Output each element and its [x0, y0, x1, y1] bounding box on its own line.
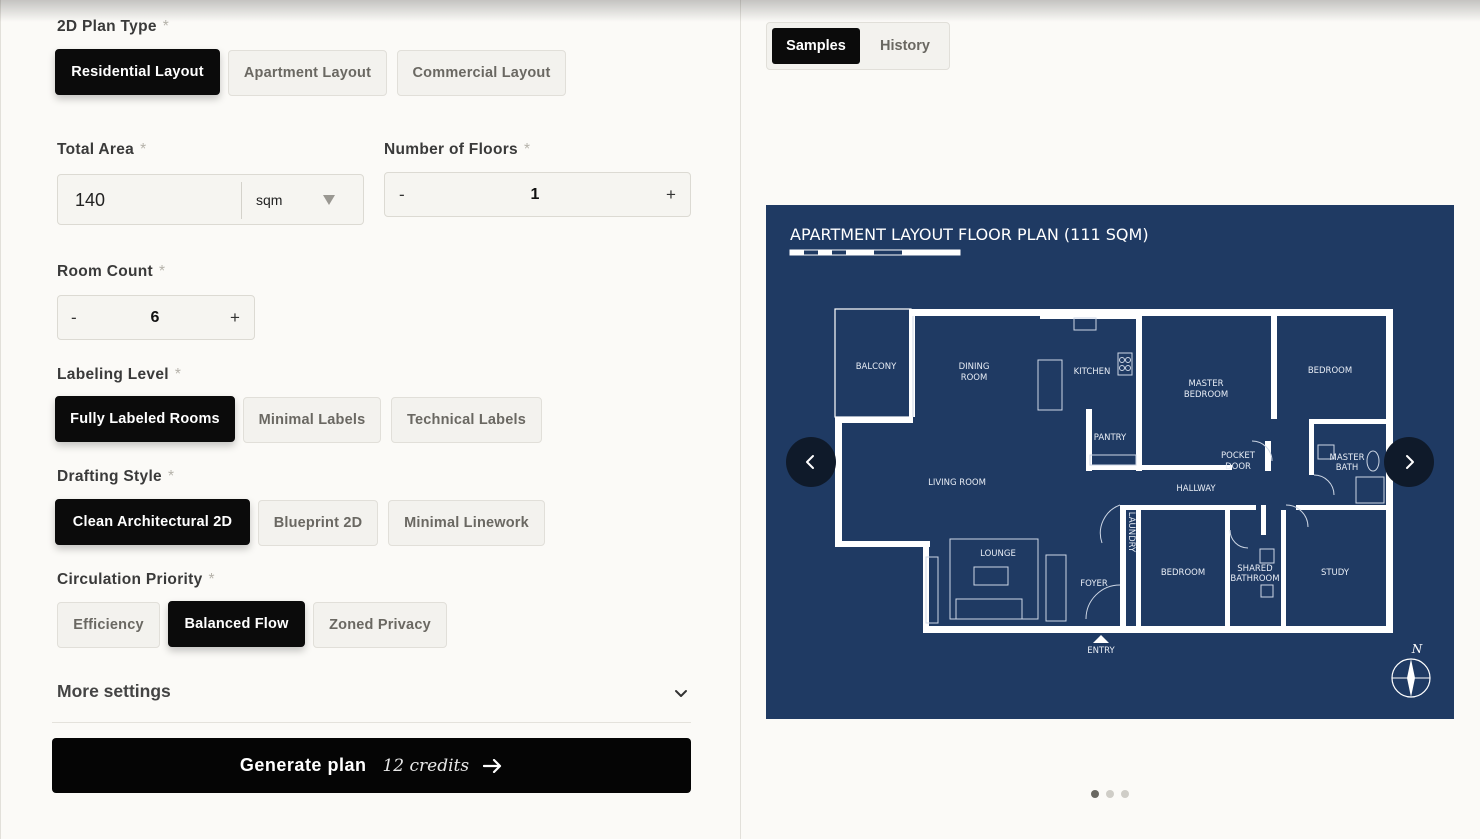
rooms-increment-button[interactable]: + [230, 308, 240, 328]
option-zoned-privacy[interactable]: Zoned Privacy [313, 602, 447, 648]
required-marker: * [167, 468, 175, 485]
compass-icon: N [1391, 642, 1431, 698]
plan-type-label-text: 2D Plan Type [57, 18, 157, 35]
room-label-study: STUDY [1321, 568, 1350, 578]
floors-decrement-button[interactable]: - [399, 185, 405, 205]
tab-samples[interactable]: Samples [772, 28, 860, 64]
plan-type-label: 2D Plan Type * [57, 18, 169, 36]
divider [52, 722, 691, 723]
required-marker: * [158, 263, 166, 280]
total-area-field: 140 sqm [57, 174, 364, 225]
room-label-master-bath-2: BATH [1336, 463, 1359, 473]
floors-value[interactable]: 1 [515, 186, 555, 204]
circulation-priority-label-text: Circulation Priority [57, 571, 203, 588]
room-count-stepper: - 6 + [57, 295, 255, 340]
carousel-dot-1[interactable] [1091, 790, 1099, 798]
circulation-priority-label: Circulation Priority * [57, 571, 215, 589]
option-efficiency[interactable]: Efficiency [57, 602, 160, 648]
floor-plan-drawing: APARTMENT LAYOUT FLOOR PLAN (111 SQM) BA… [789, 225, 1431, 698]
option-minimal-labels[interactable]: Minimal Labels [243, 397, 381, 443]
floors-increment-button[interactable]: + [666, 185, 676, 205]
room-label-shared: SHARED [1237, 564, 1273, 574]
arrow-right-icon [483, 758, 502, 773]
required-marker: * [140, 141, 147, 158]
floors-label-text: Number of Floors [384, 141, 518, 158]
chevron-left-icon [806, 455, 814, 469]
rooms-value[interactable]: 6 [135, 309, 175, 327]
option-blueprint-2d[interactable]: Blueprint 2D [258, 500, 378, 546]
room-label-master: MASTER [1188, 379, 1223, 389]
carousel-dot-2[interactable] [1106, 790, 1114, 798]
labeling-level-label-text: Labeling Level [57, 366, 169, 383]
total-area-label: Total Area * [57, 141, 146, 159]
caret-down-icon[interactable] [323, 195, 335, 205]
credits-cost: 12 credits [382, 755, 470, 776]
room-label-laundry: LAUNDRY [1126, 512, 1136, 553]
floors-stepper: - 1 + [384, 172, 691, 217]
total-area-input[interactable]: 140 [75, 190, 105, 211]
room-label-kitchen: KITCHEN [1074, 367, 1111, 377]
room-label-shared-2: BATHROOM [1230, 574, 1279, 584]
total-area-label-text: Total Area [57, 141, 135, 158]
room-label-entry: ENTRY [1087, 646, 1115, 656]
room-count-label-text: Room Count [57, 263, 153, 280]
room-count-label: Room Count * [57, 263, 165, 281]
room-label-master-2: BEDROOM [1184, 390, 1228, 400]
option-commercial-layout[interactable]: Commercial Layout [397, 50, 566, 96]
option-apartment-layout[interactable]: Apartment Layout [228, 50, 387, 96]
generate-plan-label: Generate plan [239, 755, 367, 775]
room-label-pocket-2: DOOR [1225, 462, 1251, 472]
chevron-down-icon[interactable] [672, 684, 690, 702]
floor-plan-preview: APARTMENT LAYOUT FLOOR PLAN (111 SQM) BA… [766, 205, 1454, 719]
required-marker: * [174, 366, 182, 383]
room-labels: BALCONY DINING ROOM KITCHEN MASTER BEDRO… [856, 362, 1365, 656]
option-minimal-linework[interactable]: Minimal Linework [388, 500, 545, 546]
field-separator [241, 182, 242, 219]
drafting-style-label-text: Drafting Style [57, 468, 162, 485]
tab-history[interactable]: History [865, 28, 945, 64]
floors-label: Number of Floors * [384, 141, 530, 159]
chevron-right-icon [1406, 455, 1414, 469]
room-label-dining-2: ROOM [961, 373, 988, 383]
panel-divider [740, 0, 741, 839]
carousel-dot-3[interactable] [1121, 790, 1129, 798]
option-fully-labeled-rooms[interactable]: Fully Labeled Rooms [55, 396, 235, 442]
rooms-decrement-button[interactable]: - [71, 308, 77, 328]
plan-title: APARTMENT LAYOUT FLOOR PLAN (111 SQM) [790, 225, 1149, 244]
room-label-master-bath: MASTER [1329, 453, 1364, 463]
north-label: N [1411, 642, 1423, 656]
labeling-level-label: Labeling Level * [57, 366, 181, 384]
more-settings-toggle[interactable]: More settings [57, 681, 171, 702]
walls [834, 308, 1393, 633]
room-label-bedroom-ne: BEDROOM [1308, 366, 1352, 376]
option-clean-architectural-2d[interactable]: Clean Architectural 2D [55, 499, 250, 545]
generate-plan-button[interactable]: Generate plan 12 credits [52, 738, 691, 793]
next-sample-button[interactable] [1384, 437, 1434, 487]
required-marker: * [162, 18, 170, 35]
entry-arrow-icon [1093, 635, 1109, 643]
drafting-style-label: Drafting Style * [57, 468, 174, 486]
required-marker: * [208, 571, 215, 588]
option-residential-layout[interactable]: Residential Layout [55, 49, 220, 95]
room-label-foyer: FOYER [1080, 579, 1108, 589]
room-label-bedroom-s: BEDROOM [1161, 568, 1205, 578]
scale-bar [789, 249, 961, 256]
room-label-living: LIVING ROOM [928, 478, 986, 488]
room-label-balcony: BALCONY [856, 362, 897, 372]
option-balanced-flow[interactable]: Balanced Flow [168, 601, 305, 647]
unit-select[interactable]: sqm [256, 192, 282, 208]
previous-sample-button[interactable] [786, 437, 836, 487]
room-label-dining: DINING [959, 362, 990, 372]
settings-panel: 2D Plan Type * Residential Layout Apartme… [0, 0, 740, 839]
room-label-pocket: POCKET [1221, 451, 1256, 461]
preview-tabs: Samples History [766, 22, 950, 70]
required-marker: * [523, 141, 531, 158]
room-label-hallway: HALLWAY [1176, 484, 1216, 494]
room-label-lounge: LOUNGE [980, 549, 1016, 559]
option-technical-labels[interactable]: Technical Labels [391, 397, 542, 443]
room-label-pantry: PANTRY [1094, 433, 1127, 443]
